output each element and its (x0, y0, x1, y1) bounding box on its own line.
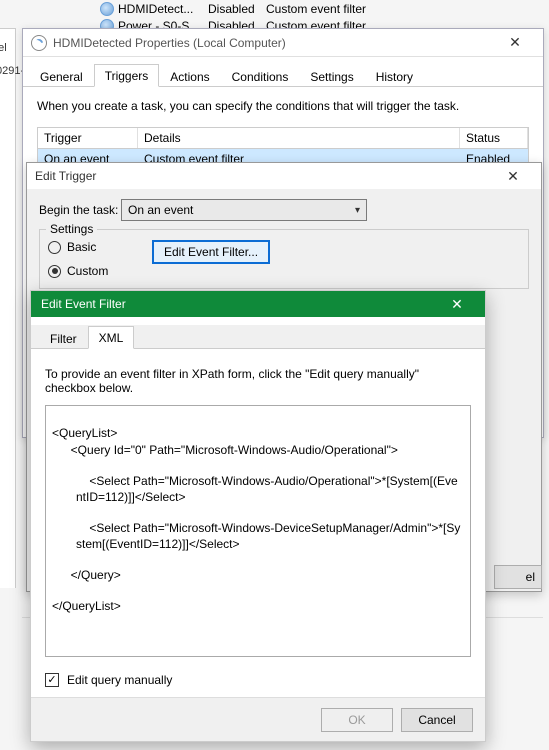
window-icon (31, 35, 47, 51)
settings-fieldset: Settings Basic Custom Edit Event Filter.… (39, 229, 529, 289)
tab-general[interactable]: General (29, 65, 94, 87)
left-fragment (0, 28, 16, 588)
chevron-down-icon: ▾ (355, 205, 360, 216)
tabstrip: General Triggers Actions Conditions Sett… (23, 63, 543, 87)
close-icon[interactable]: ✕ (493, 168, 533, 185)
begin-task-label: Begin the task: (39, 203, 121, 217)
tab-settings[interactable]: Settings (299, 65, 364, 87)
task-row[interactable]: HDMIDetect... Disabled Custom event filt… (100, 0, 549, 17)
close-icon[interactable]: ✕ (495, 30, 535, 56)
edit-event-filter-button[interactable]: Edit Event Filter... (152, 240, 270, 264)
radio-custom[interactable]: Custom (48, 264, 134, 278)
eef-tabstrip: Filter XML (31, 325, 485, 349)
edit-manually-checkbox[interactable]: ✓ (45, 673, 59, 687)
xml-textbox[interactable]: <QueryList> <Query Id="0" Path="Microsof… (45, 405, 471, 657)
edit-trigger-titlebar[interactable]: Edit Trigger ✕ (27, 163, 541, 189)
trigger-hint: When you create a task, you can specify … (37, 99, 529, 113)
tab-history[interactable]: History (365, 65, 424, 87)
tab-filter[interactable]: Filter (39, 327, 88, 349)
edit-manually-label: Edit query manually (67, 673, 172, 687)
left-frag-text: nel (0, 42, 7, 54)
task-status: Disabled (208, 2, 266, 16)
col-status[interactable]: Status (460, 128, 528, 148)
radio-basic-label: Basic (67, 240, 96, 254)
col-details[interactable]: Details (138, 128, 460, 148)
task-trigger: Custom event filter (266, 2, 549, 16)
left-frag-text2: 0291- (0, 65, 24, 77)
task-name: HDMIDetect... (118, 2, 208, 16)
combo-value: On an event (128, 203, 193, 217)
task-icon (100, 2, 114, 16)
tab-triggers[interactable]: Triggers (94, 64, 160, 87)
radio-icon (48, 265, 61, 278)
tab-conditions[interactable]: Conditions (221, 65, 300, 87)
settings-legend: Settings (46, 222, 97, 236)
radio-icon (48, 241, 61, 254)
radio-basic[interactable]: Basic (48, 240, 134, 254)
cancel-button[interactable]: Cancel (401, 708, 473, 732)
fragment-button[interactable]: el (494, 565, 542, 589)
titlebar[interactable]: HDMIDetected Properties (Local Computer)… (23, 29, 543, 57)
col-trigger[interactable]: Trigger (38, 128, 138, 148)
radio-custom-label: Custom (67, 264, 108, 278)
begin-task-combo[interactable]: On an event ▾ (121, 199, 367, 221)
tab-xml[interactable]: XML (88, 326, 135, 349)
edit-trigger-title: Edit Trigger (35, 169, 96, 183)
eef-title: Edit Event Filter (41, 297, 126, 311)
close-icon[interactable]: ✕ (439, 296, 475, 313)
ok-button[interactable]: OK (321, 708, 393, 732)
edit-event-filter-dialog: Edit Event Filter ✕ Filter XML To provid… (30, 290, 486, 742)
eef-hint: To provide an event filter in XPath form… (45, 367, 471, 395)
window-title: HDMIDetected Properties (Local Computer) (53, 36, 286, 50)
eef-titlebar[interactable]: Edit Event Filter ✕ (31, 291, 485, 317)
tab-actions[interactable]: Actions (159, 65, 220, 87)
